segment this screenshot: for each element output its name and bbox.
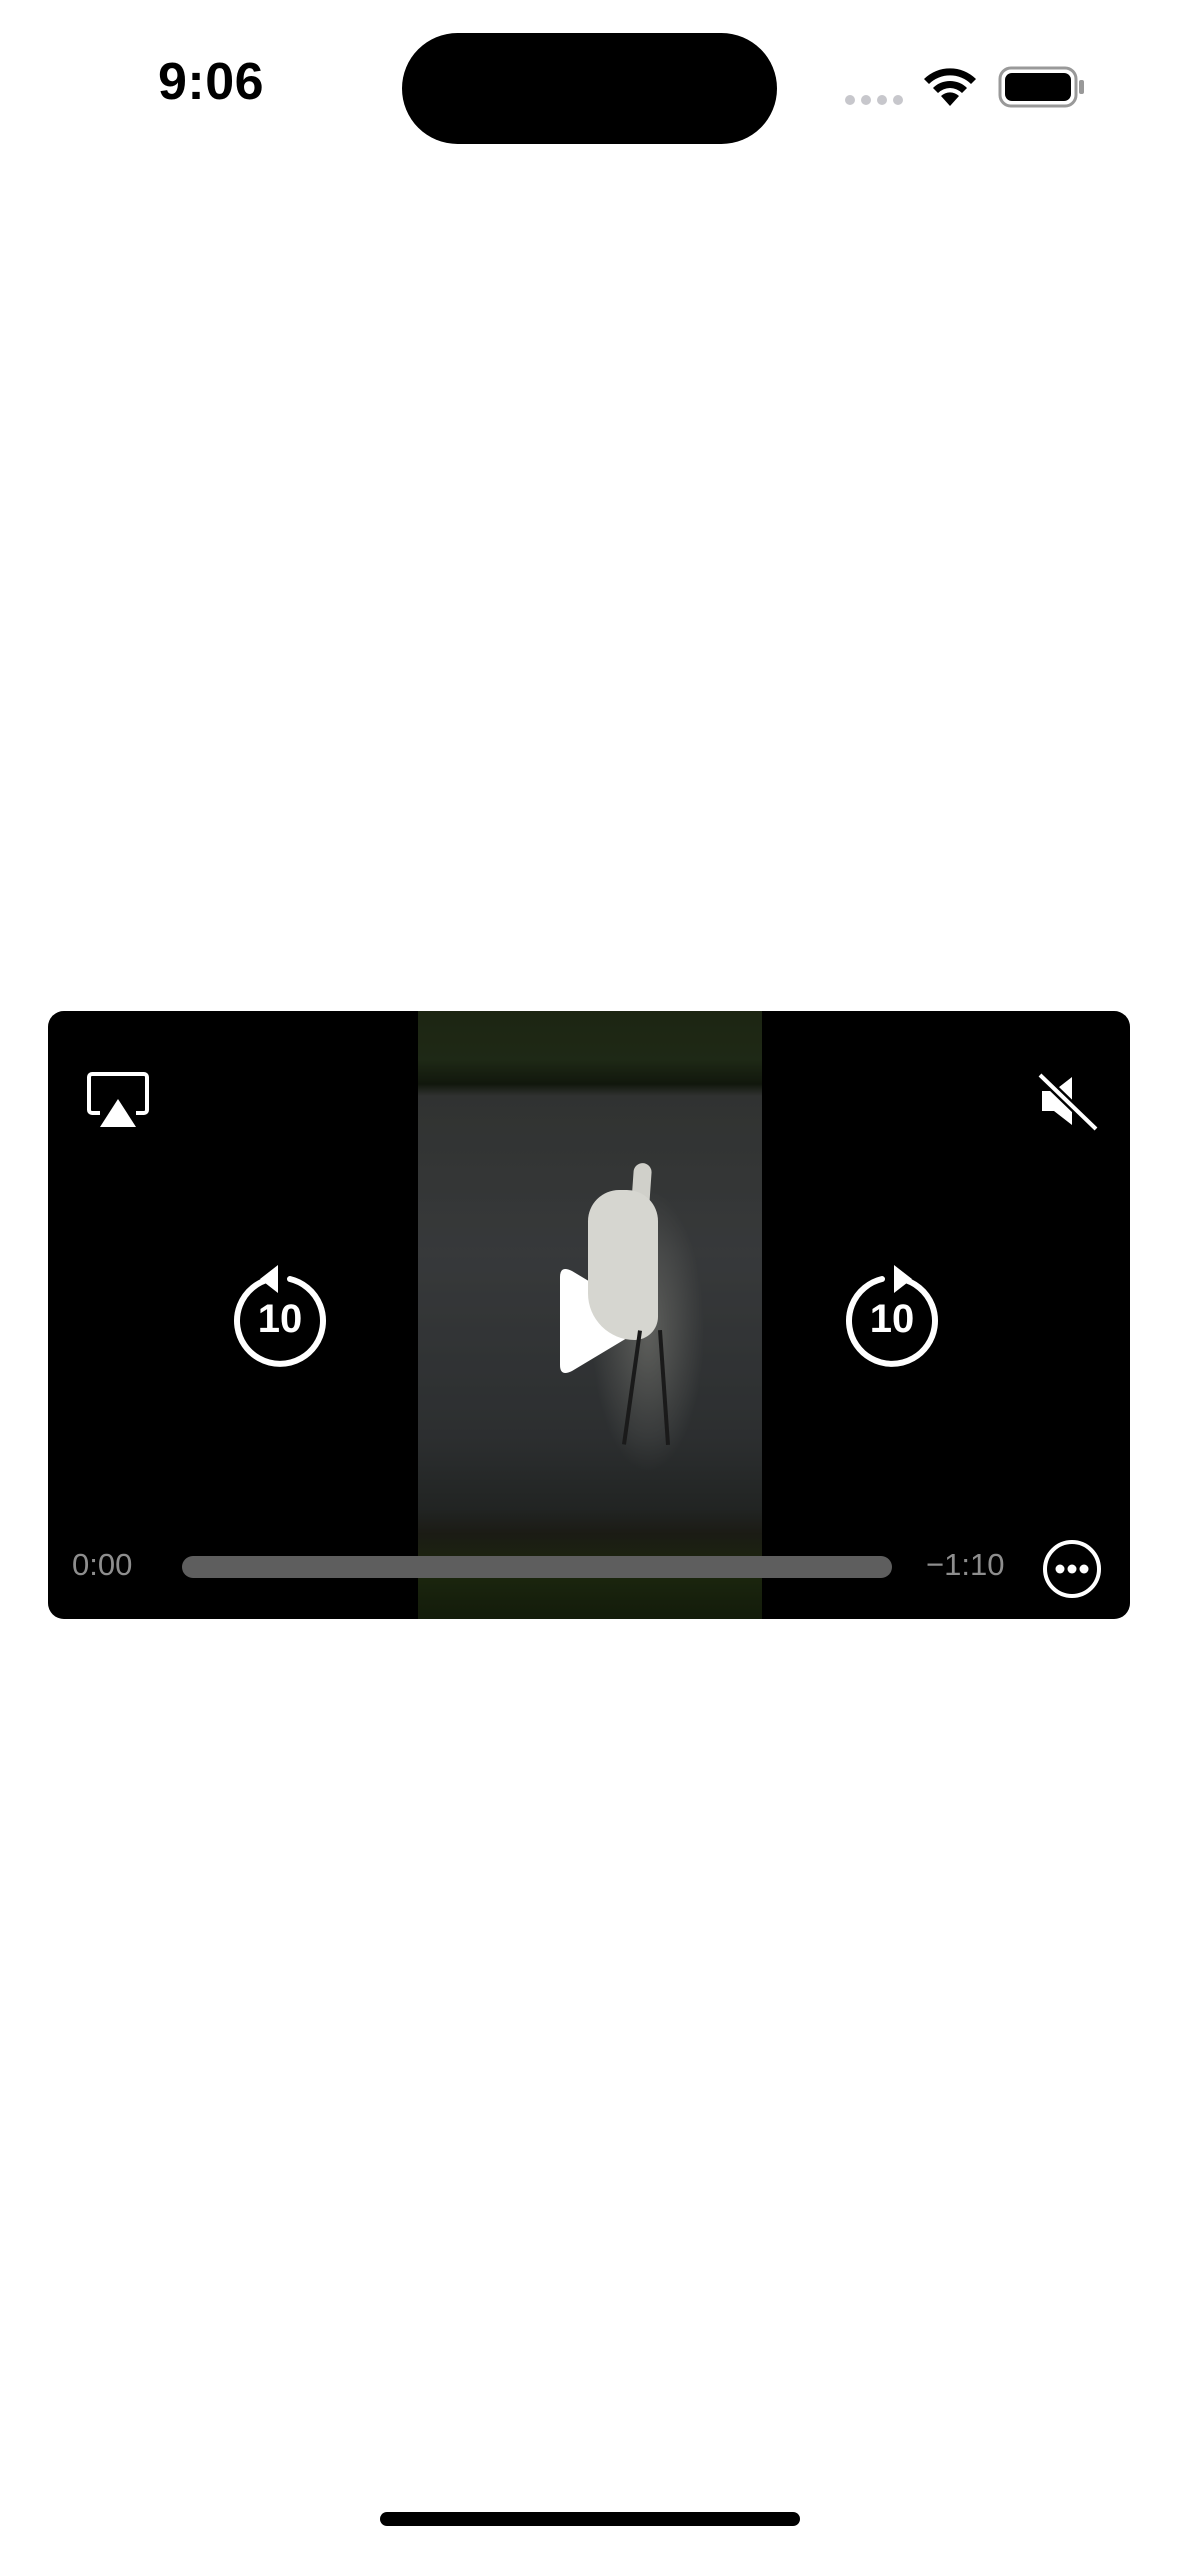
airplay-icon	[87, 1072, 149, 1127]
more-icon	[1043, 1540, 1101, 1598]
battery-icon	[998, 66, 1088, 113]
current-time: 0:00	[72, 1547, 133, 1582]
home-indicator	[380, 2512, 800, 2526]
more-button[interactable]	[1041, 1538, 1103, 1600]
video-player[interactable]: 10 10 0:00 −1:10	[48, 1011, 1130, 1619]
wifi-icon	[921, 62, 979, 113]
airplay-button[interactable]	[86, 1069, 150, 1133]
skip-forward-button[interactable]: 10	[842, 1261, 942, 1371]
remaining-time: −1:10	[926, 1547, 1005, 1582]
mute-button[interactable]	[1036, 1069, 1100, 1133]
skip-back-label: 10	[257, 1297, 303, 1341]
skip-forward-label: 10	[869, 1297, 915, 1341]
status-time: 9:06	[158, 53, 265, 111]
skip-back-button[interactable]: 10	[230, 1261, 330, 1371]
cellular-signal-icon	[845, 95, 903, 105]
dynamic-island	[402, 33, 777, 144]
mute-icon	[1036, 1071, 1100, 1131]
scrubber-track[interactable]	[182, 1556, 892, 1578]
